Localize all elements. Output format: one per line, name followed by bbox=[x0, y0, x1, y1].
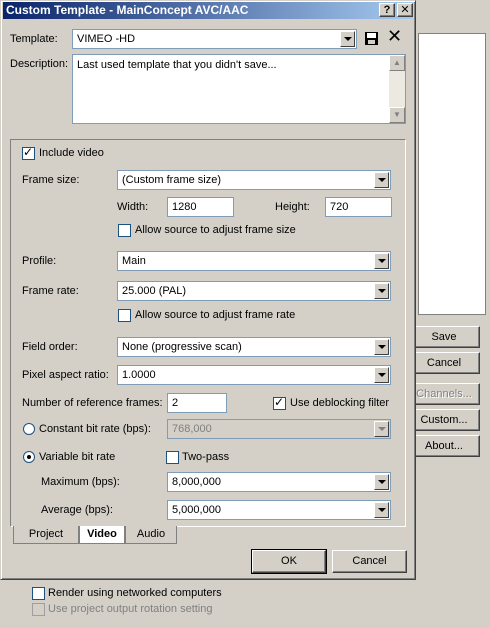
vbr-label: Variable bit rate bbox=[39, 451, 116, 463]
cancel-button[interactable]: Cancel bbox=[332, 550, 407, 573]
allow-frame-rate-checkbox[interactable] bbox=[118, 309, 131, 322]
template-value: VIMEO -HD bbox=[77, 33, 136, 45]
maximum-combo[interactable]: 8,000,000 bbox=[167, 472, 391, 492]
field-order-combo[interactable]: None (progressive scan) bbox=[117, 337, 391, 357]
profile-value: Main bbox=[122, 255, 146, 267]
dialog-title: Custom Template - MainConcept AVC/AAC bbox=[6, 3, 249, 17]
chevron-down-icon bbox=[374, 421, 389, 437]
ref-frames-field[interactable]: 2 bbox=[167, 393, 227, 413]
title-bar[interactable]: Custom Template - MainConcept AVC/AAC ? … bbox=[3, 2, 413, 19]
pixel-aspect-combo[interactable]: 1.0000 bbox=[117, 365, 391, 385]
render-networked-checkbox[interactable] bbox=[32, 587, 45, 600]
chevron-down-icon[interactable] bbox=[374, 339, 389, 355]
frame-rate-combo[interactable]: 25.000 (PAL) bbox=[117, 281, 391, 301]
save-template-icon[interactable] bbox=[364, 31, 379, 46]
allow-frame-size-label: Allow source to adjust frame size bbox=[135, 224, 296, 236]
description-scrollbar[interactable]: ▲ ▼ bbox=[389, 55, 405, 123]
deblocking-label: Use deblocking filter bbox=[290, 397, 390, 409]
two-pass-checkbox[interactable] bbox=[166, 451, 179, 464]
template-label: Template: bbox=[10, 33, 58, 45]
parent-cancel-button[interactable]: Cancel bbox=[408, 352, 480, 374]
ref-frames-label: Number of reference frames: bbox=[22, 397, 163, 409]
average-value: 5,000,000 bbox=[172, 504, 221, 516]
allow-frame-rate-label: Allow source to adjust frame rate bbox=[135, 309, 296, 321]
description-value: Last used template that you didn't save.… bbox=[77, 59, 277, 71]
chevron-down-icon[interactable] bbox=[374, 367, 389, 383]
scroll-down-icon[interactable]: ▼ bbox=[389, 107, 405, 123]
include-video-checkbox[interactable] bbox=[22, 145, 35, 160]
frame-rate-value: 25.000 (PAL) bbox=[122, 285, 187, 297]
frame-size-combo[interactable]: (Custom frame size) bbox=[117, 170, 391, 190]
profile-label: Profile: bbox=[22, 255, 57, 267]
parent-window-list bbox=[418, 33, 486, 315]
two-pass-label: Two-pass bbox=[182, 451, 230, 463]
frame-size-label: Frame size: bbox=[22, 174, 80, 186]
parent-about-button[interactable]: About... bbox=[408, 435, 480, 457]
close-icon: ✕ bbox=[400, 3, 410, 16]
parent-channels-button[interactable]: Channels... bbox=[408, 383, 480, 405]
vbr-radio[interactable] bbox=[23, 451, 35, 463]
tab-project[interactable]: Project bbox=[13, 526, 79, 544]
close-button[interactable]: ✕ bbox=[397, 3, 413, 17]
frame-rate-label: Frame rate: bbox=[22, 285, 79, 297]
ok-button[interactable]: OK bbox=[251, 549, 327, 574]
average-combo[interactable]: 5,000,000 bbox=[167, 500, 391, 520]
chevron-down-icon[interactable] bbox=[374, 253, 389, 269]
width-field[interactable]: 1280 bbox=[167, 197, 234, 217]
include-video-label: Include video bbox=[39, 147, 104, 159]
description-label: Description: bbox=[10, 58, 69, 70]
deblocking-checkbox[interactable] bbox=[273, 395, 286, 410]
render-networked-label: Render using networked computers bbox=[48, 587, 222, 599]
chevron-down-icon[interactable] bbox=[374, 474, 389, 490]
pixel-aspect-value: 1.0000 bbox=[122, 369, 156, 381]
cbr-label: Constant bit rate (bps): bbox=[39, 423, 151, 435]
chevron-down-icon[interactable] bbox=[374, 283, 389, 299]
parent-save-button[interactable]: Save bbox=[408, 326, 480, 348]
tab-audio[interactable]: Audio bbox=[125, 526, 177, 544]
cbr-combo: 768,000 bbox=[167, 419, 391, 439]
chevron-down-icon[interactable] bbox=[340, 31, 355, 47]
height-field[interactable]: 720 bbox=[325, 197, 392, 217]
rotation-checkbox bbox=[32, 603, 45, 616]
width-label: Width: bbox=[117, 201, 149, 213]
help-button[interactable]: ? bbox=[379, 3, 395, 17]
maximum-label: Maximum (bps): bbox=[41, 476, 120, 488]
frame-size-value: (Custom frame size) bbox=[122, 174, 222, 186]
chevron-down-icon[interactable] bbox=[374, 502, 389, 518]
cbr-radio[interactable] bbox=[23, 423, 35, 435]
average-label: Average (bps): bbox=[41, 504, 113, 516]
template-combo[interactable]: VIMEO -HD bbox=[72, 29, 357, 49]
cbr-value: 768,000 bbox=[172, 423, 212, 435]
maximum-value: 8,000,000 bbox=[172, 476, 221, 488]
pixel-aspect-label: Pixel aspect ratio: bbox=[22, 369, 109, 381]
chevron-down-icon[interactable] bbox=[374, 172, 389, 188]
scroll-up-icon[interactable]: ▲ bbox=[389, 55, 405, 71]
tab-video[interactable]: Video bbox=[79, 526, 125, 544]
field-order-value: None (progressive scan) bbox=[122, 341, 242, 353]
rotation-label: Use project output rotation setting bbox=[48, 603, 213, 615]
description-textarea[interactable]: Last used template that you didn't save.… bbox=[72, 54, 406, 124]
height-label: Height: bbox=[275, 201, 310, 213]
delete-template-icon[interactable]: ✕ bbox=[387, 28, 403, 46]
parent-custom-button[interactable]: Custom... bbox=[408, 409, 480, 431]
allow-frame-size-checkbox[interactable] bbox=[118, 224, 131, 237]
custom-template-dialog: Custom Template - MainConcept AVC/AAC ? … bbox=[0, 0, 416, 580]
field-order-label: Field order: bbox=[22, 341, 78, 353]
profile-combo[interactable]: Main bbox=[117, 251, 391, 271]
